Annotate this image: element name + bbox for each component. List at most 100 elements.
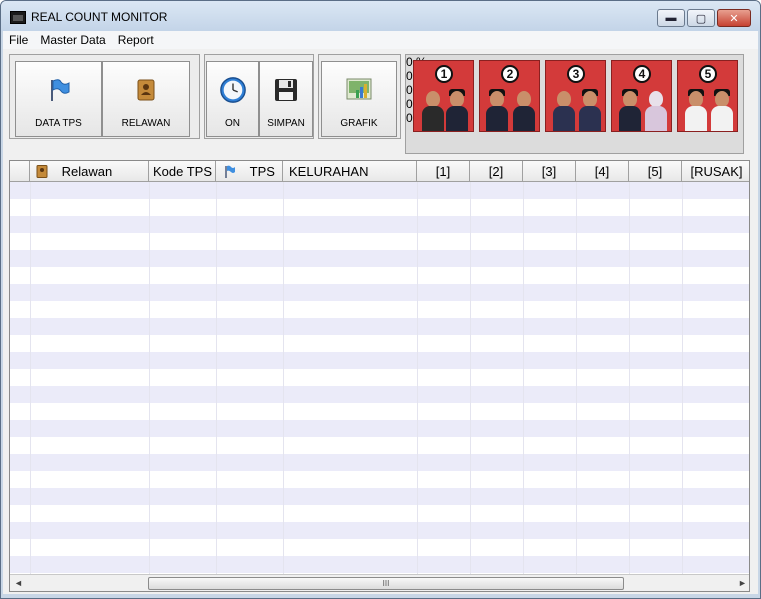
- person-icon: [685, 89, 707, 131]
- column-label: Kode TPS: [153, 164, 213, 179]
- column-header-kelurahan[interactable]: KELURAHAN: [283, 161, 417, 182]
- menu-bar: File Master Data Report: [3, 31, 758, 49]
- main-content: DATA TPS RELAWAN ON SIMPAN GRAFIK 1 2 3 …: [3, 49, 758, 594]
- grafik-label: GRAFIK: [340, 118, 378, 129]
- table-row[interactable]: [10, 403, 749, 420]
- column-label: [5]: [647, 164, 663, 179]
- table-row[interactable]: [10, 454, 749, 471]
- column-divider: [149, 182, 150, 575]
- column-divider: [30, 182, 31, 575]
- candidate-panel: 1 2 3 4 5 0 0 0 0 0: [405, 54, 744, 154]
- table-row[interactable]: [10, 539, 749, 556]
- column-header-1[interactable]: [1]: [417, 161, 470, 182]
- table-row[interactable]: [10, 471, 749, 488]
- candidate-number: 1: [435, 65, 453, 83]
- column-label: [3]: [541, 164, 557, 179]
- app-icon: [10, 11, 26, 24]
- row-selector-header: [10, 161, 30, 182]
- candidate-photo-3: 3: [545, 60, 606, 132]
- table-row[interactable]: [10, 318, 749, 335]
- save-icon: [272, 76, 300, 104]
- simpan-button[interactable]: SIMPAN: [259, 61, 313, 137]
- contact-book-icon: [36, 163, 48, 184]
- table-row[interactable]: [10, 301, 749, 318]
- on-button[interactable]: ON: [206, 61, 259, 137]
- table-row[interactable]: [10, 505, 749, 522]
- table-row[interactable]: [10, 216, 749, 233]
- column-header-4[interactable]: [4]: [576, 161, 629, 182]
- table-row[interactable]: [10, 556, 749, 573]
- data-tps-button[interactable]: DATA TPS: [15, 61, 102, 137]
- column-header-relawan[interactable]: Relawan: [30, 161, 149, 182]
- person-icon: [446, 89, 468, 131]
- minimize-button[interactable]: ▬: [657, 9, 685, 27]
- grafik-button[interactable]: GRAFIK: [321, 61, 397, 137]
- candidate-photo-5: 5: [677, 60, 738, 132]
- column-header-5[interactable]: [5]: [629, 161, 682, 182]
- person-icon: [579, 89, 601, 131]
- column-label: KELURAHAN: [289, 164, 369, 179]
- table-row[interactable]: [10, 267, 749, 284]
- person-icon: [422, 91, 444, 131]
- table-row[interactable]: [10, 437, 749, 454]
- scrollbar-thumb[interactable]: III: [148, 577, 624, 590]
- table-row[interactable]: [10, 335, 749, 352]
- data-grid[interactable]: Relawan Kode TPS TPS KELURAHAN [1] [2] […: [9, 160, 750, 592]
- table-row[interactable]: [10, 420, 749, 437]
- person-icon: [513, 91, 535, 131]
- clock-icon: [219, 76, 247, 104]
- menu-file[interactable]: File: [3, 33, 34, 47]
- relawan-label: RELAWAN: [121, 118, 171, 129]
- title-bar[interactable]: REAL COUNT MONITOR ▬ ▢ ✕: [1, 1, 760, 31]
- column-label: TPS: [249, 164, 275, 179]
- menu-master-data[interactable]: Master Data: [34, 33, 111, 47]
- table-row[interactable]: [10, 369, 749, 386]
- column-divider: [216, 182, 217, 575]
- column-label: [1]: [435, 164, 451, 179]
- table-row[interactable]: [10, 488, 749, 505]
- candidate-photo-4: 4: [611, 60, 672, 132]
- table-row[interactable]: [10, 199, 749, 216]
- grid-header: Relawan Kode TPS TPS KELURAHAN [1] [2] […: [10, 161, 749, 182]
- close-button[interactable]: ✕: [717, 9, 751, 27]
- relawan-button[interactable]: RELAWAN: [102, 61, 190, 137]
- person-icon: [486, 89, 508, 131]
- table-row[interactable]: [10, 352, 749, 369]
- person-icon: [553, 91, 575, 131]
- column-label: Relawan: [61, 164, 113, 179]
- table-row[interactable]: [10, 233, 749, 250]
- contact-book-icon: [132, 76, 160, 104]
- column-divider: [417, 182, 418, 575]
- column-header-kode-tps[interactable]: Kode TPS: [149, 161, 216, 182]
- candidate-number: 5: [699, 65, 717, 83]
- column-header-2[interactable]: [2]: [470, 161, 523, 182]
- menu-report[interactable]: Report: [112, 33, 160, 47]
- column-header-3[interactable]: [3]: [523, 161, 576, 182]
- scroll-right-arrow-icon[interactable]: ►: [734, 575, 749, 591]
- person-icon: [645, 91, 667, 131]
- window-title: REAL COUNT MONITOR: [31, 10, 168, 24]
- candidate-number: 4: [633, 65, 651, 83]
- flag-icon: [45, 76, 73, 104]
- data-tps-label: DATA TPS: [35, 118, 82, 129]
- column-header-rusak[interactable]: [RUSAK]: [682, 161, 749, 182]
- app-window: REAL COUNT MONITOR ▬ ▢ ✕ File Master Dat…: [0, 0, 761, 599]
- horizontal-scrollbar[interactable]: ◄ III ►: [10, 574, 749, 591]
- grid-body[interactable]: [10, 182, 749, 575]
- column-divider: [283, 182, 284, 575]
- column-label: [RUSAK]: [690, 164, 743, 179]
- maximize-button[interactable]: ▢: [687, 9, 715, 27]
- table-row[interactable]: [10, 182, 749, 199]
- table-row[interactable]: [10, 284, 749, 301]
- table-row[interactable]: [10, 250, 749, 267]
- table-row[interactable]: [10, 386, 749, 403]
- column-divider: [470, 182, 471, 575]
- candidate-number: 2: [501, 65, 519, 83]
- column-divider: [576, 182, 577, 575]
- scroll-left-arrow-icon[interactable]: ◄: [10, 575, 27, 591]
- column-header-tps[interactable]: TPS: [216, 161, 283, 182]
- column-divider: [682, 182, 683, 575]
- column-divider: [523, 182, 524, 575]
- table-row[interactable]: [10, 522, 749, 539]
- column-label: [4]: [594, 164, 610, 179]
